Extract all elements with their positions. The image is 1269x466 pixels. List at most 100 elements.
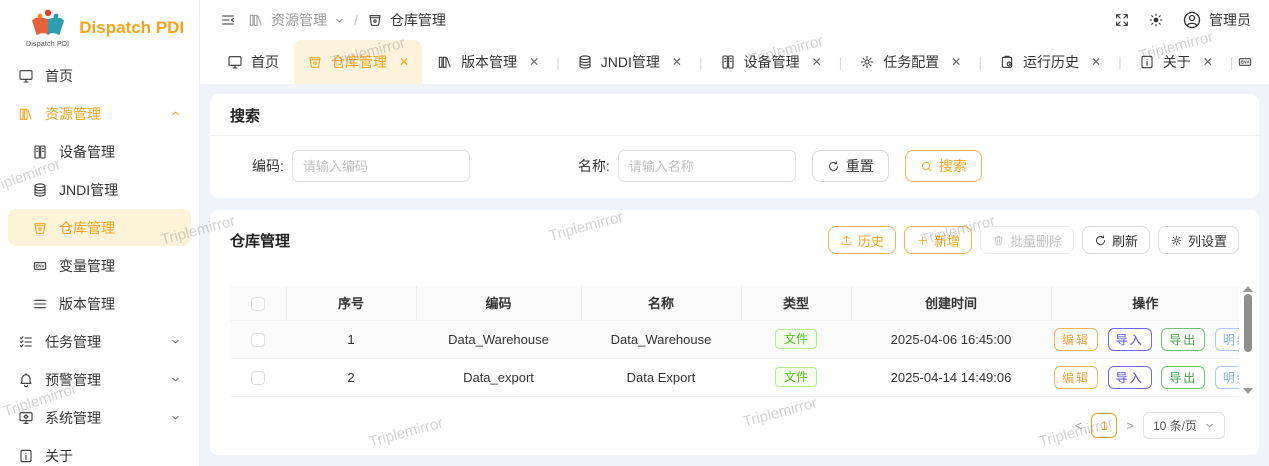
sidebar: Dispatch PDI Dispatch PDI 首页 资源管理 设备管理 J… xyxy=(0,0,200,466)
close-icon[interactable]: ✕ xyxy=(529,55,539,69)
search-button[interactable]: 搜索 xyxy=(905,150,982,182)
close-icon[interactable]: ✕ xyxy=(951,55,961,69)
library-icon xyxy=(18,106,34,122)
row-checkbox[interactable] xyxy=(251,371,265,385)
tab-label: 任务配置 xyxy=(883,52,939,72)
scrollbar-track[interactable] xyxy=(1244,294,1252,386)
tab-separator: | xyxy=(554,54,562,70)
user-menu[interactable]: 管理员 xyxy=(1182,10,1251,30)
trash-icon xyxy=(992,234,1005,247)
cell-code: Data_Warehouse xyxy=(416,320,581,358)
sidebar-item-label: 变量管理 xyxy=(59,256,115,276)
close-icon[interactable]: ✕ xyxy=(1091,55,1101,69)
close-icon[interactable]: ✕ xyxy=(812,55,822,69)
name-input[interactable] xyxy=(618,150,796,182)
sidebar-fold-icon[interactable] xyxy=(220,12,236,28)
sidebar-item-label: 设备管理 xyxy=(59,142,115,162)
sidebar-item-task-management[interactable]: 任务管理 xyxy=(8,323,191,360)
tab-label: 运行历史 xyxy=(1023,52,1079,72)
sidebar-item-resource-management[interactable]: 资源管理 xyxy=(8,95,191,132)
batch-delete-button[interactable]: 批量删除 xyxy=(980,226,1074,254)
breadcrumb-parent[interactable]: 资源管理 xyxy=(271,10,327,30)
batch-delete-button-label: 批量删除 xyxy=(1010,231,1062,250)
tab-separator: | xyxy=(976,54,984,70)
warehouse-card: 仓库管理 历史 新增 批量删除 xyxy=(210,210,1259,455)
table-row: 1 Data_Warehouse Data_Warehouse 文件 2025-… xyxy=(230,320,1239,358)
refresh-icon xyxy=(827,160,840,173)
sidebar-item-home[interactable]: 首页 xyxy=(8,57,191,94)
breadcrumb-current: 仓库管理 xyxy=(390,10,446,30)
sidebar-item-jndi-management[interactable]: JNDI管理 xyxy=(8,171,191,208)
sidebar-item-variable-management[interactable]: 变量管理 xyxy=(8,247,191,284)
sidebar-item-device-management[interactable]: 设备管理 xyxy=(8,133,191,170)
cell-created: 2025-04-06 16:45:00 xyxy=(851,320,1051,358)
bucket-icon xyxy=(307,54,323,70)
topbar-actions: 管理员 xyxy=(1114,10,1251,30)
import-button[interactable]: 导入 xyxy=(1108,328,1152,351)
tab-label: 关于 xyxy=(1163,52,1191,72)
env-icon xyxy=(32,258,48,274)
refresh-button-label: 刷新 xyxy=(1112,231,1138,250)
breadcrumb-separator: / xyxy=(354,12,358,28)
edit-button[interactable]: 编辑 xyxy=(1054,328,1098,351)
sidebar-item-system-management[interactable]: 系统管理 xyxy=(8,399,191,436)
sidebar-item-about[interactable]: 关于 xyxy=(8,437,191,466)
tab-home[interactable]: 首页 xyxy=(214,40,292,84)
sidebar-item-warehouse-management[interactable]: 仓库管理 xyxy=(8,209,191,246)
user-avatar-icon xyxy=(1182,10,1202,30)
column-header: 序号 xyxy=(286,286,416,320)
scroll-down-icon[interactable] xyxy=(1243,388,1253,394)
scrollbar-thumb[interactable] xyxy=(1244,294,1252,352)
upload-icon xyxy=(840,234,853,247)
refresh-button[interactable]: 刷新 xyxy=(1082,226,1150,254)
warehouse-card-header: 仓库管理 历史 新增 批量删除 xyxy=(230,226,1239,254)
cell-actions: 编辑 导入 导出 明细 xyxy=(1051,358,1239,396)
column-header: 类型 xyxy=(741,286,851,320)
env-icon[interactable] xyxy=(1237,54,1253,70)
export-button[interactable]: 导出 xyxy=(1161,366,1205,389)
tab-jndi-management[interactable]: JNDI管理 ✕ xyxy=(564,40,695,84)
list-icon xyxy=(32,296,48,312)
select-all-checkbox[interactable] xyxy=(251,297,265,311)
breadcrumb: 资源管理 / 仓库管理 xyxy=(248,10,446,30)
tab-warehouse-management[interactable]: 仓库管理 ✕ xyxy=(294,40,422,84)
page-number[interactable]: 1 xyxy=(1091,413,1117,438)
sidebar-item-version-management[interactable]: 版本管理 xyxy=(8,285,191,322)
detail-button[interactable]: 明细 xyxy=(1215,366,1239,389)
export-button[interactable]: 导出 xyxy=(1161,328,1205,351)
tab-device-management[interactable]: 设备管理 ✕ xyxy=(707,40,835,84)
chevron-down-icon[interactable] xyxy=(334,15,345,26)
fullscreen-icon[interactable] xyxy=(1114,12,1130,28)
scroll-up-icon[interactable] xyxy=(1243,286,1253,292)
reset-button[interactable]: 重置 xyxy=(812,150,889,182)
theme-sun-icon[interactable] xyxy=(1148,12,1164,28)
import-button[interactable]: 导入 xyxy=(1108,366,1152,389)
sidebar-item-alert-management[interactable]: 预警管理 xyxy=(8,361,191,398)
tab-version-management[interactable]: 版本管理 ✕ xyxy=(424,40,552,84)
tab-task-config[interactable]: 任务配置 ✕ xyxy=(846,40,974,84)
monitor-icon xyxy=(18,68,34,84)
history-button[interactable]: 历史 xyxy=(828,226,896,254)
edit-button[interactable]: 编辑 xyxy=(1054,366,1098,389)
page-size-select[interactable]: 10 条/页 xyxy=(1143,412,1225,439)
prev-page-icon[interactable]: < xyxy=(1075,418,1083,433)
server-rack-icon xyxy=(720,54,736,70)
code-input[interactable] xyxy=(292,150,470,182)
next-page-icon[interactable]: > xyxy=(1126,418,1134,433)
close-icon[interactable]: ✕ xyxy=(1203,55,1213,69)
chevron-up-icon xyxy=(170,108,181,119)
table-scrollbar[interactable] xyxy=(1242,286,1254,394)
column-settings-button[interactable]: 列设置 xyxy=(1158,226,1239,254)
tab-run-history[interactable]: 运行历史 ✕ xyxy=(986,40,1114,84)
close-icon[interactable]: ✕ xyxy=(672,55,682,69)
row-checkbox[interactable] xyxy=(251,333,265,347)
tab-about[interactable]: 关于 ✕ xyxy=(1126,40,1226,84)
type-tag: 文件 xyxy=(775,367,817,387)
close-icon[interactable]: ✕ xyxy=(399,55,409,69)
detail-button[interactable]: 明细 xyxy=(1215,328,1239,351)
column-settings-button-label: 列设置 xyxy=(1188,231,1227,250)
search-icon xyxy=(920,160,933,173)
column-header: 操作 xyxy=(1051,286,1239,320)
add-button[interactable]: 新增 xyxy=(904,226,972,254)
sidebar-item-label: 版本管理 xyxy=(59,294,115,314)
